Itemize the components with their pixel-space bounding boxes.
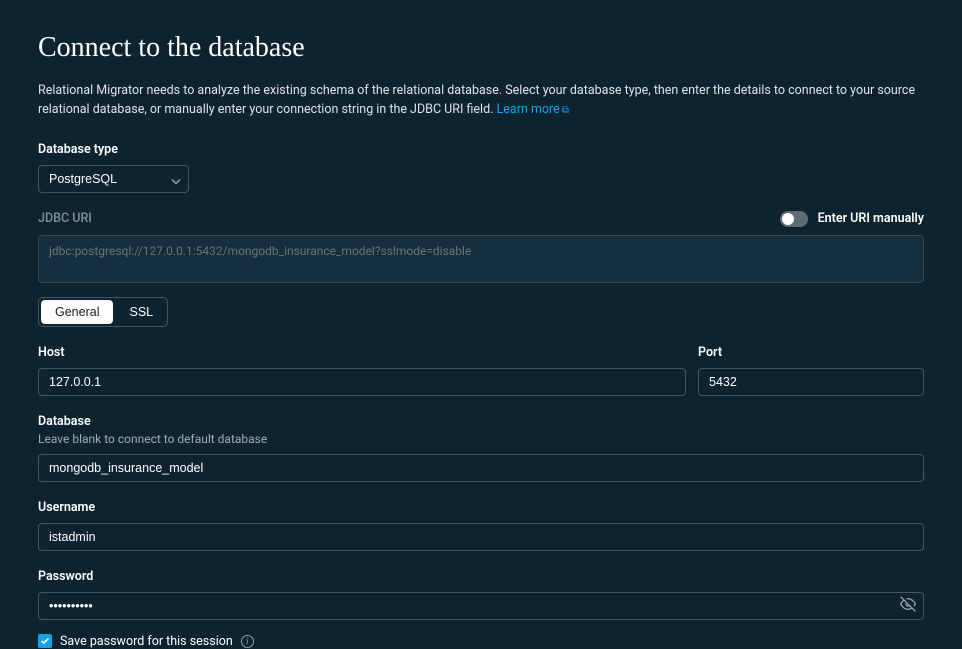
- eye-off-icon[interactable]: [900, 596, 916, 616]
- username-input[interactable]: [38, 523, 924, 551]
- jdbc-uri-label: JDBC URI: [38, 211, 92, 226]
- enter-uri-manually-label: Enter URI manually: [818, 211, 924, 226]
- password-label: Password: [38, 569, 924, 584]
- database-type-label: Database type: [38, 142, 924, 157]
- info-icon[interactable]: i: [241, 635, 254, 648]
- port-label: Port: [698, 345, 924, 360]
- database-helper-text: Leave blank to connect to default databa…: [38, 432, 924, 446]
- connection-tabs: General SSL: [38, 297, 168, 327]
- page-description: Relational Migrator needs to analyze the…: [38, 82, 924, 120]
- tab-ssl[interactable]: SSL: [115, 298, 167, 326]
- password-input[interactable]: [38, 592, 924, 620]
- database-input[interactable]: [38, 454, 924, 482]
- external-link-icon: ⧉: [562, 103, 569, 118]
- host-label: Host: [38, 345, 686, 360]
- description-text: Relational Migrator needs to analyze the…: [38, 83, 915, 117]
- jdbc-uri-field: jdbc:postgresql://127.0.0.1:5432/mongodb…: [38, 235, 924, 283]
- database-label: Database: [38, 414, 924, 429]
- tab-general[interactable]: General: [41, 300, 113, 324]
- username-label: Username: [38, 500, 924, 515]
- host-input[interactable]: [38, 368, 686, 396]
- database-type-select[interactable]: PostgreSQL: [38, 165, 189, 193]
- save-password-label: Save password for this session: [60, 634, 233, 649]
- port-input[interactable]: [698, 368, 924, 396]
- enter-uri-manually-toggle[interactable]: [780, 211, 808, 227]
- page-title: Connect to the database: [38, 32, 924, 64]
- save-password-checkbox[interactable]: [38, 634, 52, 648]
- learn-more-link[interactable]: Learn more⧉: [497, 102, 569, 117]
